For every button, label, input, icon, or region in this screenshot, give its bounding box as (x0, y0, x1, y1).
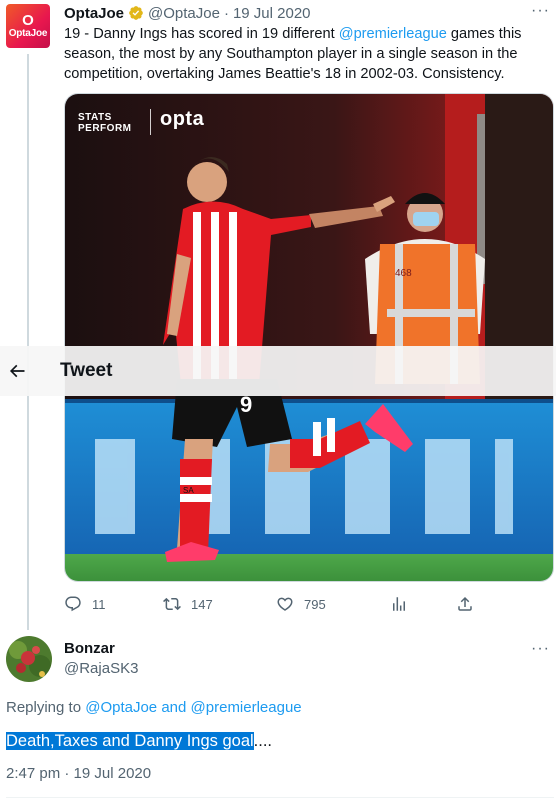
opta-logo-icon: O (22, 11, 34, 29)
thread-connector-line (27, 54, 29, 630)
arrow-left-icon (9, 364, 25, 378)
like-count: 795 (304, 596, 326, 612)
reply-icon (65, 596, 81, 612)
tweet-more-button[interactable]: ··· (531, 2, 550, 20)
retweet-count: 147 (191, 596, 213, 612)
optajoe-avatar[interactable]: O OptaJoe (6, 4, 50, 48)
bonzar-avatar[interactable] (6, 636, 52, 682)
header-separator: · (223, 4, 229, 22)
reply-author-name[interactable]: Bonzar (64, 640, 115, 657)
tweet-media-photo[interactable]: 468 9 SA STATS PERFORM opta (64, 93, 554, 582)
reply-count: 11 (92, 596, 106, 612)
share-icon (458, 596, 472, 611)
heart-icon (277, 597, 293, 611)
replying-and: and (157, 699, 191, 716)
analytics-icon (393, 597, 405, 611)
reply-timestamp[interactable]: 2:47 pm · 19 Jul 2020 (6, 765, 151, 782)
share-button[interactable] (456, 592, 484, 616)
replying-to-premierleague-link[interactable]: @premierleague (191, 699, 302, 716)
avatar-label: OptaJoe (8, 27, 48, 39)
reply-author-handle[interactable]: @RajaSK3 (64, 660, 138, 677)
author-name[interactable]: OptaJoe (64, 5, 124, 22)
author-handle[interactable]: @OptaJoe (148, 5, 220, 22)
flower-photo-icon (6, 636, 52, 682)
reply-more-button[interactable]: ··· (531, 640, 550, 658)
logo-line-1: STATS (78, 112, 112, 123)
sock-text: SA (183, 486, 194, 495)
logo-divider (150, 109, 151, 135)
tweet-action-bar: 11 147 795 (64, 592, 484, 616)
replying-to-line: Replying to @OptaJoe and @premierleague (6, 699, 302, 716)
reply-text: Death,Taxes and Danny Ings goal.... (6, 731, 272, 751)
like-button[interactable]: 795 (276, 592, 326, 616)
replying-prefix: Replying to (6, 699, 86, 716)
tweet-text: 19 - Danny Ings has scored in 19 differe… (64, 24, 544, 84)
divider (6, 797, 554, 798)
analytics-button[interactable] (390, 592, 418, 616)
reply-button[interactable]: 11 (64, 592, 106, 616)
selected-text: Death,Taxes and Danny Ings goal (6, 732, 254, 750)
reply-text-rest: .... (253, 732, 273, 750)
mention-link[interactable]: @premierleague (339, 26, 447, 42)
retweet-button[interactable]: 147 (163, 592, 213, 616)
football-celebration-image: 468 9 SA (65, 94, 553, 581)
stats-perform-logo: STATS PERFORM (78, 112, 132, 134)
verified-badge-icon (129, 6, 143, 20)
tweet-header: OptaJoe @OptaJoe · 19 Jul 2020 (64, 4, 311, 22)
replying-to-optajoe-link[interactable]: @OptaJoe (85, 699, 157, 716)
steward-number: 468 (395, 268, 412, 279)
page-header: Tweet (0, 346, 556, 396)
retweet-icon (163, 597, 181, 611)
tweet-date[interactable]: 19 Jul 2020 (233, 5, 311, 22)
page-title: Tweet (60, 360, 113, 381)
tweet-text-part: 19 - Danny Ings has scored in 19 differe… (64, 26, 339, 42)
opta-logo: opta (160, 108, 205, 130)
logo-line-2: PERFORM (78, 123, 132, 134)
back-button[interactable] (2, 356, 32, 386)
